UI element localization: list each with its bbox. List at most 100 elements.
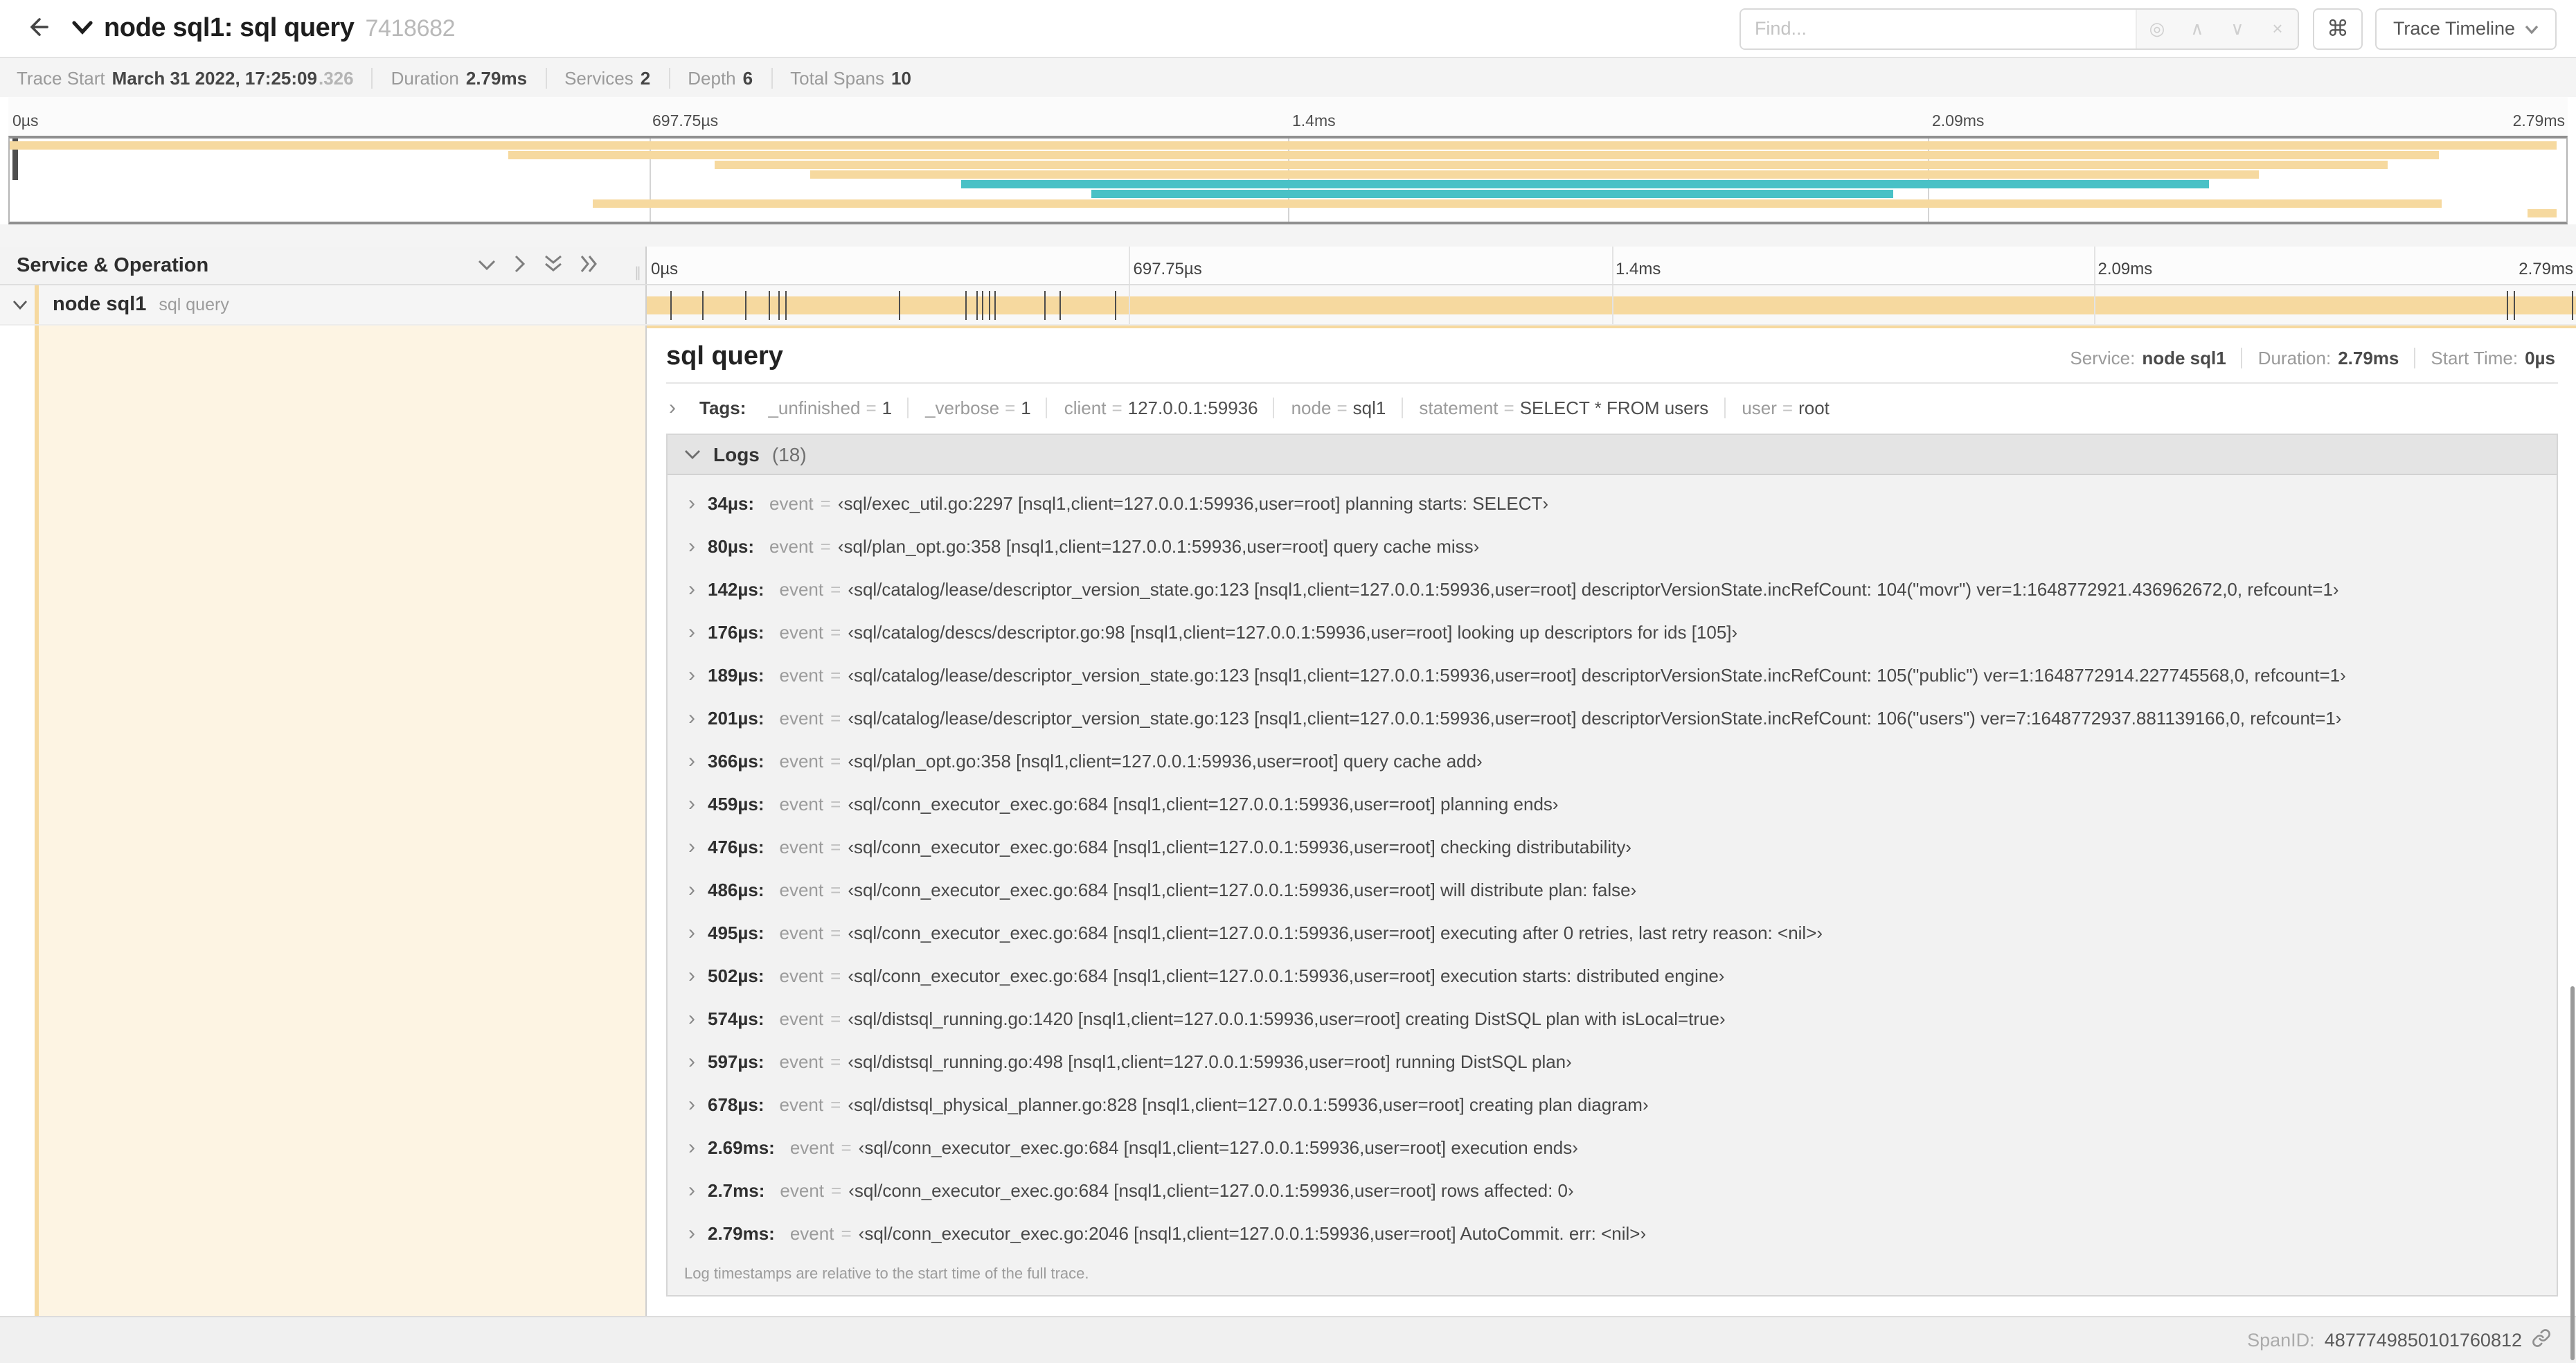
span-id-value: 4877749850101760812 [2324,1330,2522,1351]
log-entry[interactable]: › 495µs: event = ‹sql/conn_executor_exec.go:… [668,911,2557,954]
chevron-right-icon: › [688,1007,695,1031]
ruler-tick-label: 2.79ms [2519,259,2573,278]
previous-match-button[interactable]: ∧ [2177,9,2217,48]
equals-sign: = [830,923,841,943]
equals-sign: = [1005,398,1016,418]
log-entry[interactable]: › 2.79ms: event = ‹sql/conn_executor_exec.go… [668,1212,2557,1255]
log-entry[interactable]: › 476µs: event = ‹sql/conn_executor_exec.go:… [668,826,2557,868]
log-entry[interactable]: › 678µs: event = ‹sql/distsql_physical_plann… [668,1083,2557,1126]
span-timeline-cell[interactable] [647,285,2576,324]
log-field-key: event [789,1223,834,1244]
log-entry[interactable]: › 574µs: event = ‹sql/distsql_running.go:142… [668,997,2557,1040]
equals-sign: = [830,708,841,729]
next-match-button[interactable]: ∨ [2217,9,2257,48]
equals-sign: = [830,837,841,857]
span-meta-label: Start Time: [2431,348,2519,368]
vertical-scrollbar-thumb[interactable] [2570,986,2575,1360]
span-meta-label: Service: [2070,348,2136,368]
logs-footnote: Log timestamps are relative to the start… [684,1266,1089,1283]
equals-sign: = [830,579,841,600]
collapse-span-children-toggle[interactable] [12,292,28,317]
trace-meta-item: Depth 6 [668,67,771,88]
collapse-trace-header-toggle[interactable] [72,16,93,41]
log-timestamp: 597µs: [708,1051,764,1072]
log-marker-tick [2506,291,2508,320]
chevron-right-icon: › [669,396,676,420]
logs-section-toggle[interactable]: Logs (18) [668,435,2557,475]
trace-meta-bar: Trace Start March 31 2022, 17:25:09.326 Du… [0,58,2576,97]
log-entry[interactable]: › 366µs: event = ‹sql/plan_opt.go:358 [nsql1… [668,740,2557,783]
tag-item: user = root [1724,398,1846,418]
expand-all-button[interactable] [544,254,562,276]
equals-sign: = [866,398,877,418]
span-id-label: SpanID: [2247,1330,2315,1351]
chevron-right-icon: › [688,792,695,816]
span-meta-value: 0µs [2525,348,2555,368]
focus-match-button[interactable]: ◎ [2137,9,2177,48]
service-color-stripe [35,285,39,324]
span-row-name-cell[interactable]: node sql1 sql query [0,285,647,324]
chevron-right-icon: › [688,964,695,988]
chevron-down-icon [478,255,496,276]
log-entry[interactable]: › 2.69ms: event = ‹sql/conn_executor_exec.go… [668,1126,2557,1169]
keyboard-shortcuts-button[interactable]: ⌘ [2312,8,2363,49]
log-field-value: ‹sql/conn_executor_exec.go:684 [nsql1,cl… [848,880,1637,900]
copy-span-link-button[interactable] [2532,1328,2551,1352]
log-field-value: ‹sql/distsql_running.go:1420 [nsql1,clie… [848,1008,1726,1029]
ruler-tick-label: 2.09ms [2098,259,2153,278]
meta-label: Total Spans [790,67,884,88]
chevron-down-icon [2525,18,2539,39]
log-entry[interactable]: › 80µs: event = ‹sql/plan_opt.go:358 [nsql1,… [668,525,2557,568]
log-field-key: event [779,665,824,686]
collapse-all-button[interactable] [580,254,598,276]
log-entry[interactable]: › 502µs: event = ‹sql/conn_executor_exec.go:… [668,954,2557,997]
log-entry[interactable]: › 34µs: event = ‹sql/exec_util.go:2297 [nsql… [668,482,2557,525]
log-entry[interactable]: › 2.7ms: event = ‹sql/conn_executor_exec.go:… [668,1169,2557,1212]
log-field-key: event [779,794,824,814]
log-entry[interactable]: › 142µs: event = ‹sql/catalog/lease/descript… [668,568,2557,611]
span-detail-header: sql query Service: node sql1 Duration: 2.79… [666,337,2558,373]
log-timestamp: 80µs: [708,536,755,557]
close-icon: × [2272,18,2283,39]
page-header: node sql1: sql query 7418682 ◎ ∧ ∨ × ⌘ Tr… [0,0,2576,58]
log-entry[interactable]: › 201µs: event = ‹sql/catalog/lease/descript… [668,697,2557,740]
log-field-key: event [779,837,824,857]
log-entry[interactable]: › 176µs: event = ‹sql/catalog/descs/descript… [668,611,2557,654]
equals-sign: = [830,965,841,986]
minimap-span-bar [810,170,2260,179]
minimap-span-bar [2528,209,2557,217]
log-entry[interactable]: › 189µs: event = ‹sql/catalog/lease/descript… [668,654,2557,697]
ruler-tick-label: 0µs [12,114,39,130]
minimap-span-bar [508,151,2439,159]
column-resizer-grip[interactable]: ∥ [634,266,641,281]
jaeger-trace-view: node sql1: sql query 7418682 ◎ ∧ ∨ × ⌘ Tr… [0,0,2576,1363]
chevron-right-icon: › [688,1093,695,1116]
trace-minimap[interactable] [8,136,2568,224]
tags-section-toggle[interactable]: › Tags: _unfinished = 1 _verbose = 1 client = 12… [666,384,2558,431]
equals-sign: = [1782,398,1794,418]
find-input[interactable] [1740,9,2136,48]
span-row[interactable]: node sql1 sql query [0,285,2576,326]
collapse-one-level-button[interactable] [514,254,526,276]
log-field-value: ‹sql/plan_opt.go:358 [nsql1,client=127.0… [848,751,1483,772]
log-entry[interactable]: › 459µs: event = ‹sql/conn_executor_exec.go:… [668,783,2557,826]
span-operation-title: sql query [666,342,783,371]
clear-find-button[interactable]: × [2257,9,2298,48]
equals-sign: = [1111,398,1122,418]
log-field-value: ‹sql/conn_executor_exec.go:2046 [nsql1,c… [858,1223,1647,1244]
tag-item: _unfinished = 1 [751,398,909,418]
tag-key: _unfinished [768,398,861,418]
chevron-right-icon: › [688,578,695,601]
back-button[interactable] [19,9,58,48]
log-entry[interactable]: › 597µs: event = ‹sql/distsql_running.go:498… [668,1040,2557,1083]
chevron-right-icon: › [688,1179,695,1202]
log-marker-tick [994,291,996,320]
log-field-key: event [769,536,814,557]
log-entry[interactable]: › 486µs: event = ‹sql/conn_executor_exec.go:… [668,868,2557,911]
trace-body: sql query Service: node sql1 Duration: 2.79… [0,326,2576,1316]
expand-one-level-button[interactable] [478,255,496,276]
span-meta-item: Start Time: 0µs [2414,348,2558,368]
trace-view-selector[interactable]: Trace Timeline [2374,8,2557,49]
grid-line [1611,247,1613,284]
log-timestamp: 2.79ms: [708,1223,775,1244]
